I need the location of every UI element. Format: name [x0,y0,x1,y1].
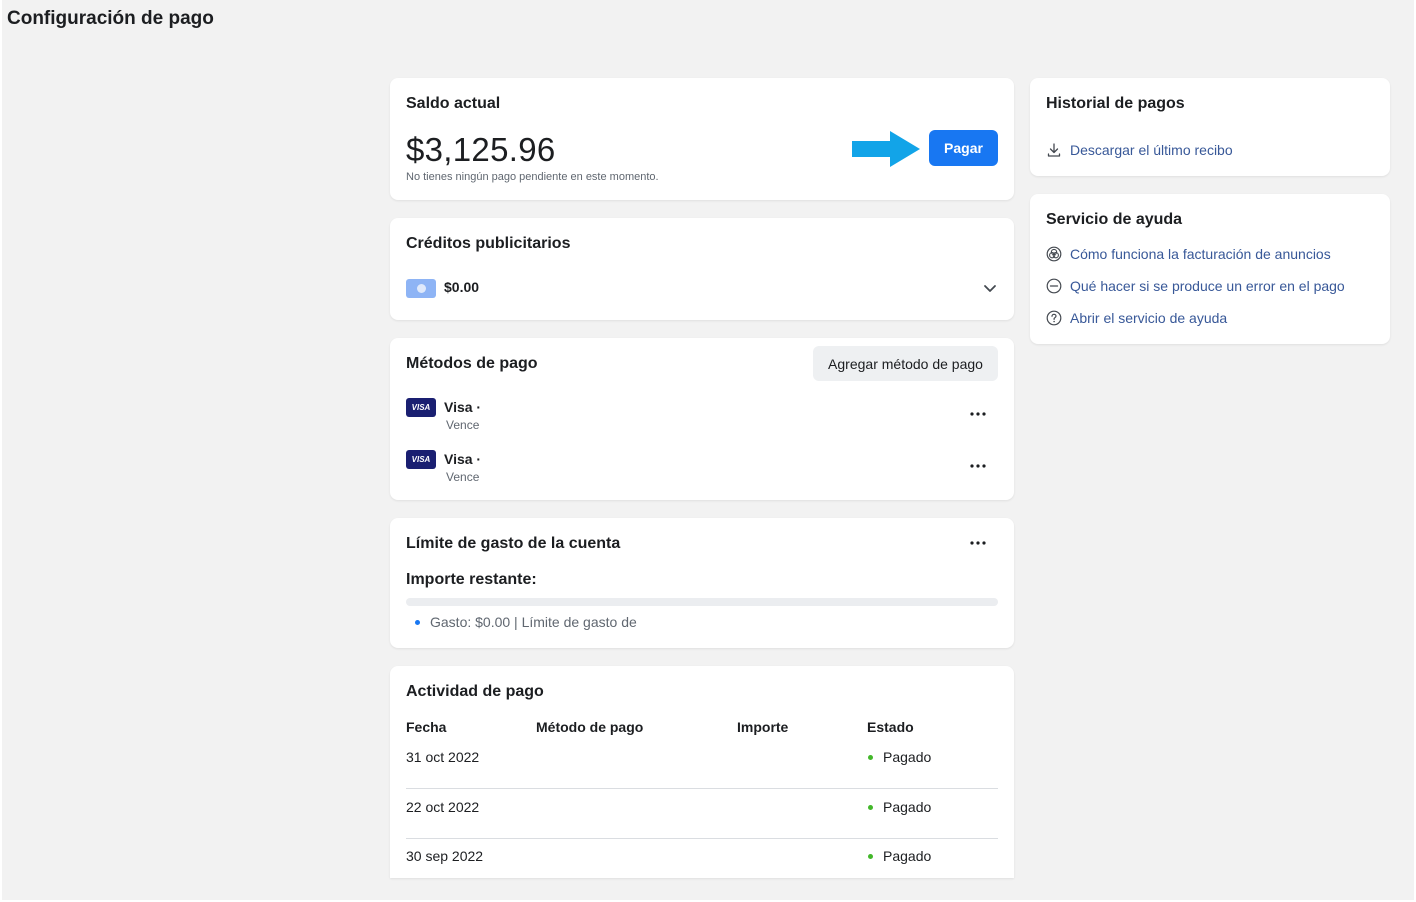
help-link-payment-error-text[interactable]: Qué hacer si se produce un error en el p… [1070,278,1345,294]
table-row[interactable]: 31 oct 2022 Pagado [406,739,998,789]
help-link-payment-error[interactable]: Qué hacer si se produce un error en el p… [1046,276,1345,296]
table-row[interactable]: 22 oct 2022 Pagado [406,789,998,839]
table-row[interactable]: 30 sep 2022 Pagado [406,838,998,878]
add-payment-method-button[interactable]: Agregar método de pago [813,346,998,381]
payment-activity-card: Actividad de pago Fecha Método de pago I… [390,666,1014,878]
column-header-date[interactable]: Fecha [406,719,446,735]
payment-method-item: VISA Visa · Vence [406,448,998,488]
payment-method-expiry: Vence [446,418,480,432]
column-header-amount[interactable]: Importe [737,719,788,735]
spending-progress-bar [406,598,998,606]
download-receipt-text[interactable]: Descargar el último recibo [1070,142,1233,158]
billing-wheel-icon [1046,246,1062,262]
download-icon [1047,143,1061,157]
payment-settings-page: Configuración de pago Saldo actual $3,12… [2,0,1414,900]
visa-card-icon: VISA [406,398,436,417]
arrow-right-icon [852,131,920,167]
remaining-amount-label: Importe restante: [406,571,537,588]
credit-coupon-icon [406,279,436,298]
ad-credits-value: $0.00 [444,279,480,295]
help-link-billing[interactable]: Cómo funciona la facturación de anuncios [1046,244,1331,264]
help-link-billing-text[interactable]: Cómo funciona la facturación de anuncios [1070,246,1331,262]
help-center-title: Servicio de ayuda [1046,211,1183,228]
spend-summary: Gasto: $0.00 | Límite de gasto de [415,614,637,630]
minus-circle-icon [1046,278,1062,294]
payment-method-name: Visa · [444,399,482,415]
payment-methods-title: Métodos de pago [406,355,538,372]
row-date: 31 oct 2022 [406,749,480,765]
paid-status-dot-icon [868,804,873,810]
row-status-text: Pagado [883,799,932,815]
paid-status-dot-icon [868,754,873,760]
payment-method-name: Visa · [444,451,482,467]
payment-history-title: Historial de pagos [1046,95,1185,112]
chevron-down-icon[interactable] [982,280,998,296]
ad-credits-title: Créditos publicitarios [406,235,571,252]
spend-summary-text: Gasto: $0.00 | Límite de gasto de [430,614,637,630]
spending-limit-title: Límite de gasto de la cuenta [406,535,621,552]
row-status-text: Pagado [883,848,932,864]
row-status: Pagado [868,799,931,815]
balance-amount: $3,125.96 [406,131,556,168]
ad-credits-card: Créditos publicitarios $0.00 [390,218,1014,320]
balance-title: Saldo actual [406,95,501,112]
pay-button[interactable]: Pagar [929,130,998,166]
help-center-card: Servicio de ayuda Cómo funciona la factu… [1030,194,1390,344]
row-status: Pagado [868,749,931,765]
more-options-icon[interactable] [966,458,990,474]
payment-method-item: VISA Visa · Vence [406,396,998,436]
question-circle-icon [1046,310,1062,326]
paid-status-dot-icon [868,853,873,859]
row-date: 22 oct 2022 [406,799,480,815]
spending-limit-card: Límite de gasto de la cuenta Importe res… [390,518,1014,648]
row-date: 30 sep 2022 [406,848,484,864]
row-status-text: Pagado [883,749,932,765]
more-options-icon[interactable] [966,535,990,551]
visa-card-icon: VISA [406,450,436,469]
page-title: Configuración de pago [7,8,214,29]
download-receipt-link[interactable]: Descargar el último recibo [1046,140,1233,160]
column-header-status[interactable]: Estado [867,719,914,735]
payment-method-expiry: Vence [446,470,480,484]
payment-activity-title: Actividad de pago [406,683,544,700]
payment-methods-card: Métodos de pago Agregar método de pago V… [390,338,1014,500]
bullet-dot-icon [415,619,420,625]
column-header-method[interactable]: Método de pago [536,719,643,735]
balance-card: Saldo actual $3,125.96 No tienes ningún … [390,78,1014,200]
help-link-open-help[interactable]: Abrir el servicio de ayuda [1046,308,1227,328]
payment-history-card: Historial de pagos Descargar el último r… [1030,78,1390,176]
row-status: Pagado [868,848,931,864]
help-link-open-help-text[interactable]: Abrir el servicio de ayuda [1070,310,1227,326]
balance-note: No tienes ningún pago pendiente en este … [406,171,659,183]
more-options-icon[interactable] [966,406,990,422]
